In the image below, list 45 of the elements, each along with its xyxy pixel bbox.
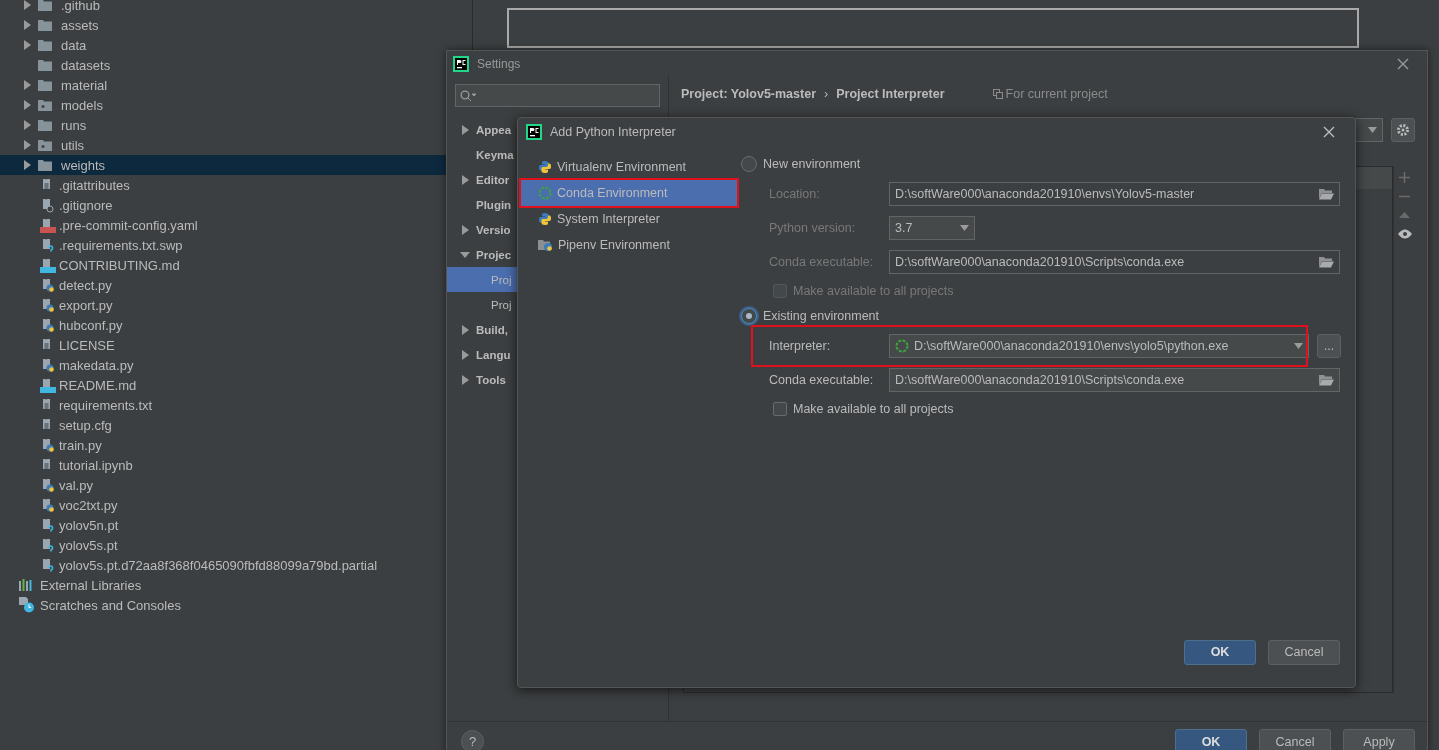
radio-label: Existing environment: [763, 309, 880, 323]
tree-item-label: hubconf.py: [59, 317, 123, 333]
field-label: Conda executable:: [769, 255, 875, 269]
tree-item-label: requirements.txt: [59, 397, 153, 413]
scope-note: For current project: [992, 87, 1108, 101]
tree-item-label: .gitattributes: [59, 177, 130, 193]
tree-item-label: val.py: [59, 477, 93, 493]
checkbox-label: Make available to all projects: [793, 284, 954, 298]
tree-item-label: External Libraries: [40, 577, 142, 593]
tree-item-label: .pre-commit-config.yaml: [59, 217, 198, 233]
breadcrumb-separator: ›: [824, 87, 829, 101]
breadcrumb-item: Project Interpreter: [836, 87, 945, 101]
tree-item-label: setup.cfg: [59, 417, 112, 433]
tree-item-label: detect.py: [59, 277, 112, 293]
tree-item-label: yolov5s.pt.d72aa8f368f0465090fbfd88099a79bd.partial: [59, 557, 378, 573]
tree-item-label: export.py: [59, 297, 113, 313]
tree-item-label: material: [61, 77, 108, 93]
field-label: Python version:: [769, 221, 857, 235]
tree-item-label: makedata.py: [59, 357, 134, 373]
tree-item-label: assets: [61, 17, 99, 33]
tree-item-label: voc2txt.py: [59, 497, 118, 513]
tree-item-label: utils: [61, 137, 85, 153]
tree-item-label: runs: [61, 117, 87, 133]
tree-item-label: tutorial.ipynb: [59, 457, 133, 473]
tree-item-label: datasets: [61, 57, 111, 73]
tree-item-label: .gitignore: [59, 197, 113, 213]
window-title: Settings: [477, 56, 521, 71]
tree-item-label: models: [61, 97, 103, 113]
tree-item-label: yolov5n.pt: [59, 517, 119, 533]
tree-item-label: LICENSE: [59, 337, 115, 353]
dialog-title: Add Python Interpreter: [550, 125, 676, 139]
tree-item-label: README.md: [59, 377, 137, 393]
tree-item-label: CONTRIBUTING.md: [59, 257, 180, 273]
tree-item-label: .github: [61, 0, 101, 13]
tree-item-label: train.py: [59, 437, 102, 453]
field-label: Conda executable:: [769, 373, 875, 387]
field-label: Interpreter:: [769, 339, 832, 353]
tree-item-label: data: [61, 37, 87, 53]
tree-item-label: weights: [61, 157, 106, 173]
field-label: Location:: [769, 187, 821, 201]
tree-item-label: Scratches and Consoles: [40, 597, 181, 613]
tree-item-label: .requirements.txt.swp: [59, 237, 183, 253]
checkbox-label: Make available to all projects: [793, 402, 954, 416]
tree-item-label: yolov5s.pt: [59, 537, 118, 553]
radio-label: New environment: [763, 157, 861, 171]
